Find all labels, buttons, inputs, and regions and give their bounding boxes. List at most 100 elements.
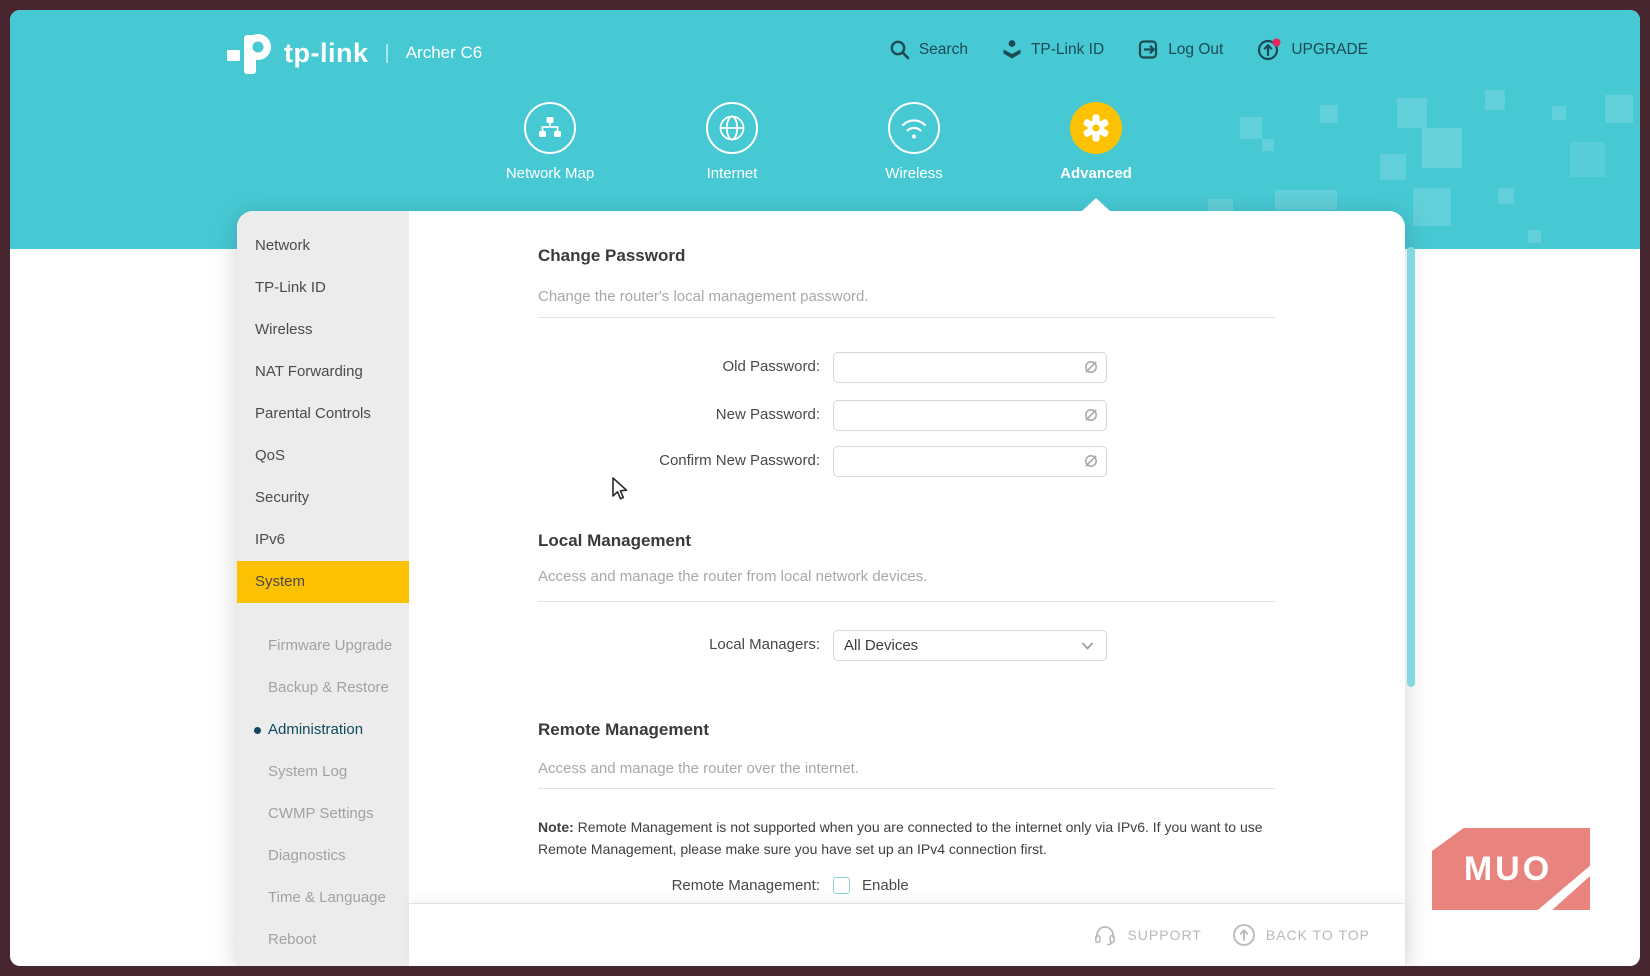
section-divider bbox=[538, 601, 1276, 602]
logout-button[interactable]: Log Out bbox=[1138, 39, 1223, 60]
new-password-input[interactable] bbox=[833, 400, 1107, 431]
main-content: Change Password Change the router's loca… bbox=[538, 211, 1276, 966]
sidebar-item-parental-controls[interactable]: Parental Controls bbox=[237, 393, 409, 435]
confirm-new-password-input-wrap bbox=[833, 446, 1107, 477]
deco-pixel bbox=[1422, 128, 1462, 168]
confirm-new-password-label: Confirm New Password: bbox=[659, 452, 820, 469]
sidebar-item-qos[interactable]: QoS bbox=[237, 435, 409, 477]
top-menu: Search TP-Link ID Log Out UPGRADE bbox=[889, 38, 1368, 61]
remote-management-checkbox[interactable] bbox=[833, 877, 850, 894]
upgrade-label: UPGRADE bbox=[1291, 40, 1368, 58]
muo-watermark: MUO bbox=[1432, 828, 1590, 910]
sidebar-subitem-diagnostics[interactable]: Diagnostics bbox=[237, 835, 409, 877]
old-password-input[interactable] bbox=[833, 352, 1107, 383]
active-item-bullet bbox=[254, 727, 261, 734]
new-password-row: New Password: bbox=[538, 400, 1276, 431]
new-password-input-wrap bbox=[833, 400, 1107, 431]
main-nav-tabs: Network Map Internet Wireless Advanced bbox=[237, 102, 1405, 212]
upgrade-badge-dot bbox=[1272, 38, 1281, 47]
deco-pixel bbox=[1552, 106, 1566, 120]
deco-pixel bbox=[1570, 142, 1605, 177]
eye-slash-icon[interactable] bbox=[1082, 452, 1100, 475]
sidebar-subitem-system-log[interactable]: System Log bbox=[237, 751, 409, 793]
sidebar-subitem-administration[interactable]: Administration bbox=[237, 709, 409, 751]
sidebar-item-nat-forwarding[interactable]: NAT Forwarding bbox=[237, 351, 409, 393]
router-model: Archer C6 bbox=[405, 43, 483, 62]
old-password-label: Old Password: bbox=[722, 358, 820, 375]
search-label: Search bbox=[918, 40, 968, 58]
remote-management-label: Remote Management: bbox=[671, 877, 820, 894]
note-text: Remote Management is not supported when … bbox=[538, 819, 1263, 857]
sidebar-subitem-reboot[interactable]: Reboot bbox=[237, 919, 409, 961]
search-button[interactable]: Search bbox=[889, 39, 968, 60]
local-managers-select[interactable]: All Devices bbox=[833, 630, 1107, 661]
deco-pixel bbox=[1413, 188, 1451, 226]
local-managers-row: Local Managers: All Devices bbox=[538, 630, 1276, 661]
support-label: SUPPORT bbox=[1127, 927, 1202, 943]
brand-separator: | bbox=[384, 41, 390, 64]
sidebar-subitem-cwmp-settings[interactable]: CWMP Settings bbox=[237, 793, 409, 835]
network-map-icon bbox=[524, 102, 576, 154]
sidebar-item-security[interactable]: Security bbox=[237, 477, 409, 519]
active-tab-notch bbox=[1082, 198, 1110, 211]
tab-label: Advanced bbox=[1060, 165, 1132, 182]
section-divider bbox=[538, 788, 1276, 789]
section-title-local-management: Local Management bbox=[538, 531, 692, 550]
old-password-row: Old Password: bbox=[538, 352, 1276, 383]
search-icon bbox=[890, 40, 910, 60]
eye-slash-icon[interactable] bbox=[1082, 406, 1100, 429]
upgrade-icon bbox=[1258, 38, 1281, 61]
section-title-remote-management: Remote Management bbox=[538, 720, 709, 739]
tab-internet[interactable]: Internet bbox=[666, 102, 798, 182]
sidebar-main-menu: Network TP-Link ID Wireless NAT Forwarding P… bbox=[237, 225, 409, 603]
sidebar-subitem-time-language[interactable]: Time & Language bbox=[237, 877, 409, 919]
confirm-new-password-row: Confirm New Password: bbox=[538, 446, 1276, 477]
sidebar-item-wireless[interactable]: Wireless bbox=[237, 309, 409, 351]
tab-label: Network Map bbox=[505, 165, 595, 182]
eye-slash-icon[interactable] bbox=[1082, 358, 1100, 381]
user-icon bbox=[1003, 40, 1021, 59]
sidebar-item-tp-link-id[interactable]: TP-Link ID bbox=[237, 267, 409, 309]
deco-pixel bbox=[1528, 230, 1541, 243]
sidebar-item-system[interactable]: System bbox=[237, 561, 409, 603]
tplink-id-button[interactable]: TP-Link ID bbox=[1002, 39, 1104, 60]
sidebar: Network TP-Link ID Wireless NAT Forwarding P… bbox=[237, 211, 409, 966]
headset-icon bbox=[1095, 926, 1116, 946]
remote-management-note: Note: Remote Management is not supported… bbox=[538, 816, 1276, 860]
internet-icon bbox=[706, 102, 758, 154]
sidebar-subitem-backup-restore[interactable]: Backup & Restore bbox=[237, 667, 409, 709]
local-managers-label: Local Managers: bbox=[709, 636, 820, 653]
scrollbar-thumb[interactable] bbox=[1407, 247, 1415, 687]
chevron-down-icon bbox=[1081, 642, 1094, 650]
arrow-up-circle-icon bbox=[1232, 924, 1255, 946]
old-password-input-wrap bbox=[833, 352, 1107, 383]
back-to-top-button[interactable]: BACK TO TOP bbox=[1232, 923, 1370, 947]
back-to-top-label: BACK TO TOP bbox=[1265, 927, 1370, 943]
logout-label: Log Out bbox=[1168, 40, 1224, 58]
deco-pixel bbox=[1485, 90, 1505, 110]
remote-management-row: Remote Management: Enable bbox=[538, 876, 1276, 898]
section-divider bbox=[538, 317, 1276, 318]
brand-logo: tp-link | Archer C6 bbox=[225, 28, 482, 78]
confirm-new-password-input[interactable] bbox=[833, 446, 1107, 477]
upgrade-button[interactable]: UPGRADE bbox=[1257, 38, 1368, 61]
tab-wireless[interactable]: Wireless bbox=[848, 102, 980, 182]
tab-label: Internet bbox=[706, 165, 758, 182]
sidebar-item-ipv6[interactable]: IPv6 bbox=[237, 519, 409, 561]
muo-text: MUO bbox=[1463, 849, 1553, 888]
sidebar-subitem-firmware-upgrade[interactable]: Firmware Upgrade bbox=[237, 625, 409, 667]
section-desc-remote-management: Access and manage the router over the in… bbox=[538, 760, 860, 777]
tab-label: Wireless bbox=[885, 165, 943, 182]
tab-advanced[interactable]: Advanced bbox=[1030, 102, 1162, 182]
new-password-label: New Password: bbox=[715, 406, 820, 423]
deco-pixel bbox=[1498, 188, 1514, 204]
logout-icon bbox=[1139, 40, 1158, 59]
enable-checkbox-label: Enable bbox=[862, 877, 909, 894]
tab-network-map[interactable]: Network Map bbox=[484, 102, 616, 182]
note-label: Note: bbox=[538, 819, 574, 835]
section-desc-change-password: Change the router's local management pas… bbox=[538, 288, 869, 305]
wireless-icon bbox=[888, 102, 940, 154]
support-button[interactable]: SUPPORT bbox=[1093, 923, 1201, 947]
sidebar-item-network[interactable]: Network bbox=[237, 225, 409, 267]
card-footer: SUPPORT BACK TO TOP bbox=[409, 903, 1405, 966]
